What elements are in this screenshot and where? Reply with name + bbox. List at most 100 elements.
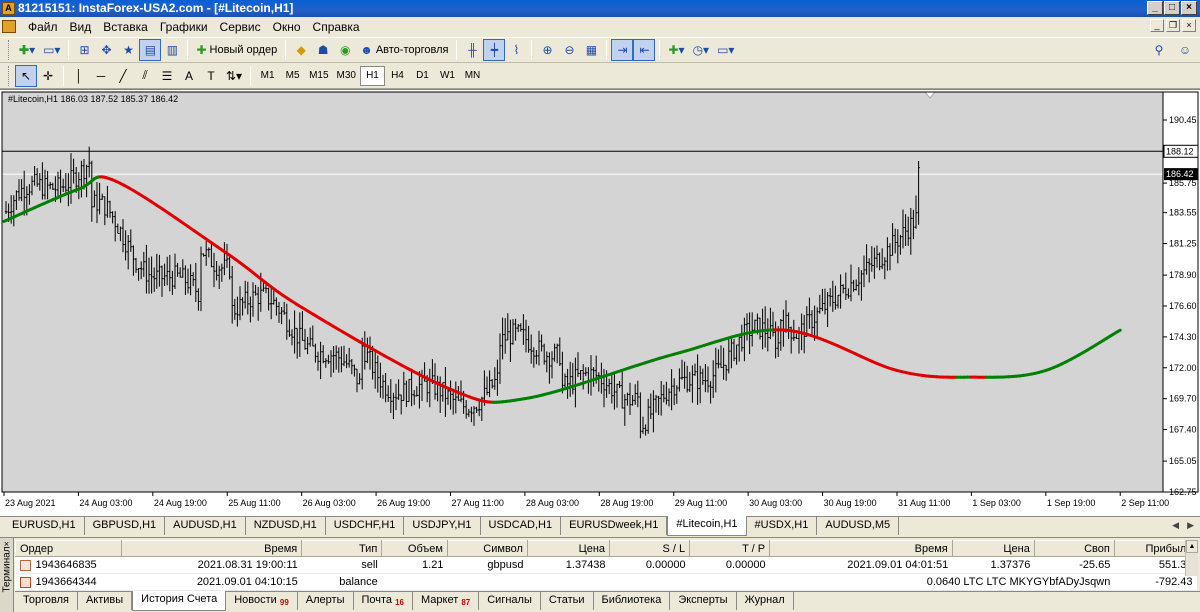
- new-order-button[interactable]: ✚ Новый ордер: [192, 39, 281, 61]
- symbol-tab-nzdusd-h1[interactable]: NZDUSD,H1: [246, 517, 326, 535]
- search-icon[interactable]: ⚲: [1148, 39, 1170, 61]
- templates-icon[interactable]: ▭▾: [713, 39, 738, 61]
- col-open-price[interactable]: Цена: [526, 540, 611, 557]
- candlestick-icon[interactable]: ┿: [483, 39, 506, 61]
- chart-shift-icon[interactable]: ⇤: [633, 39, 656, 61]
- symbol-tab-usdjpy-h1[interactable]: USDJPY,H1: [404, 517, 481, 535]
- tab-account-history[interactable]: История Счета: [132, 591, 227, 611]
- timeframe-m1[interactable]: M1: [255, 66, 280, 86]
- menu-view[interactable]: Вид: [64, 20, 98, 34]
- timeframe-m5[interactable]: M5: [280, 66, 305, 86]
- navigator-icon[interactable]: ★: [117, 39, 139, 61]
- bar-chart-icon[interactable]: ╫: [461, 39, 483, 61]
- col-order[interactable]: Ордер: [15, 540, 122, 557]
- channel-icon[interactable]: ⫽: [134, 65, 156, 87]
- horizontal-line-icon[interactable]: ─: [90, 65, 112, 87]
- chart-restore-button[interactable]: ❐: [1166, 19, 1180, 32]
- community-icon[interactable]: ☗: [312, 39, 334, 61]
- trendline-icon[interactable]: ╱: [112, 65, 134, 87]
- symbol-tab-audusd-h1[interactable]: AUDUSD,H1: [165, 517, 246, 535]
- symbol-tab-usdchf-h1[interactable]: USDCHF,H1: [326, 517, 405, 535]
- tab-trade[interactable]: Торговля: [15, 592, 78, 610]
- new-chart-icon[interactable]: ✚ ▾: [15, 39, 39, 61]
- close-button[interactable]: ×: [1181, 1, 1197, 15]
- timeframe-h4[interactable]: H4: [385, 66, 410, 86]
- tab-signals[interactable]: Сигналы: [479, 592, 541, 610]
- menu-help[interactable]: Справка: [307, 20, 366, 34]
- col-close-price[interactable]: Цена: [951, 540, 1035, 557]
- profiles-icon[interactable]: ▭▾: [39, 39, 64, 61]
- tab-code-base[interactable]: Библиотека: [594, 592, 671, 610]
- symbol-tab-eurusdweek-h1[interactable]: EURUSDweek,H1: [561, 517, 668, 535]
- menu-window[interactable]: Окно: [267, 20, 307, 34]
- col-volume[interactable]: Объем: [381, 540, 448, 557]
- text-icon[interactable]: A: [178, 65, 200, 87]
- timeframe-m30[interactable]: M30: [333, 66, 360, 86]
- tabs-right-arrow-icon[interactable]: ▶: [1187, 520, 1194, 531]
- chart-window-icon[interactable]: [2, 20, 16, 33]
- chart-minimize-button[interactable]: _: [1150, 19, 1164, 32]
- tab-articles[interactable]: Статьи: [541, 592, 594, 610]
- fibonacci-icon[interactable]: ☰: [156, 65, 178, 87]
- autotrading-button[interactable]: ☻ Авто-торговля: [356, 39, 452, 61]
- signals-icon[interactable]: ◉: [334, 39, 356, 61]
- symbol-tab-audusd-m5[interactable]: AUDUSD,M5: [817, 517, 900, 535]
- autoscroll-icon[interactable]: ⇥: [611, 39, 634, 61]
- tab-experts[interactable]: Эксперты: [670, 592, 737, 610]
- data-window-icon[interactable]: ✥: [95, 39, 117, 61]
- col-sl[interactable]: S / L: [609, 540, 691, 557]
- tab-market[interactable]: Маркет 87: [413, 592, 480, 610]
- scroll-up-icon[interactable]: ▲: [1186, 540, 1198, 553]
- tab-exposure[interactable]: Активы: [78, 592, 133, 610]
- price-chart[interactable]: 190.45188.12185.75183.55181.25178.90176.…: [0, 90, 1200, 517]
- menu-insert[interactable]: Вставка: [97, 20, 154, 34]
- timeframe-mn[interactable]: MN: [460, 66, 485, 86]
- tab-mailbox[interactable]: Почта 16: [354, 592, 414, 610]
- tester-icon[interactable]: ▥: [161, 39, 183, 61]
- timeframe-h1[interactable]: H1: [359, 65, 385, 86]
- symbol-tab-usdx-h1[interactable]: #USDX,H1: [747, 517, 818, 535]
- col-tp[interactable]: T / P: [689, 540, 771, 557]
- table-row[interactable]: 1943646835 2021.08.31 19:00:11 sell 1.21…: [15, 556, 1197, 574]
- crosshair-icon[interactable]: ✛: [37, 65, 59, 87]
- menu-file[interactable]: Файл: [22, 20, 64, 34]
- chart-window[interactable]: 190.45188.12185.75183.55181.25178.90176.…: [0, 89, 1200, 516]
- menu-tools[interactable]: Сервис: [214, 20, 267, 34]
- zoom-out-icon[interactable]: ⊖: [558, 39, 580, 61]
- terminal-scrollbar[interactable]: ▲: [1185, 540, 1198, 576]
- col-type[interactable]: Тип: [301, 540, 383, 557]
- chart-close-button[interactable]: ×: [1182, 19, 1196, 32]
- user-icon[interactable]: ☺: [1174, 39, 1196, 61]
- tile-windows-icon[interactable]: ▦: [580, 39, 602, 61]
- cursor-icon[interactable]: ↖: [15, 64, 37, 87]
- metaeditor-icon[interactable]: ◆: [290, 39, 312, 61]
- terminal-icon[interactable]: ▤: [139, 39, 162, 61]
- symbol-tab-usdcad-h1[interactable]: USDCAD,H1: [481, 517, 562, 535]
- tabs-left-arrow-icon[interactable]: ◀: [1172, 520, 1179, 531]
- timeframe-d1[interactable]: D1: [410, 66, 435, 86]
- zoom-in-icon[interactable]: ⊕: [536, 39, 558, 61]
- table-row[interactable]: 1943664344 2021.09.01 04:10:15 balance 0…: [15, 573, 1197, 591]
- arrows-icon[interactable]: ⇅▾: [222, 65, 246, 87]
- tab-news[interactable]: Новости 99: [226, 592, 298, 610]
- menu-charts[interactable]: Графики: [154, 20, 214, 34]
- symbol-tab-eurusd-h1[interactable]: EURUSD,H1: [4, 517, 85, 535]
- indicators-icon[interactable]: ✚ ▾: [664, 39, 688, 61]
- label-icon[interactable]: T: [200, 65, 222, 87]
- symbol-tab-gbpusd-h1[interactable]: GBPUSD,H1: [85, 517, 166, 535]
- minimize-button[interactable]: _: [1147, 1, 1163, 15]
- timeframe-w1[interactable]: W1: [435, 66, 460, 86]
- line-chart-icon[interactable]: ⌇: [505, 39, 527, 61]
- tab-alerts[interactable]: Алерты: [298, 592, 354, 610]
- col-close-time[interactable]: Время: [769, 540, 953, 557]
- tab-journal[interactable]: Журнал: [737, 592, 794, 610]
- symbol-tab-litecoin-h1[interactable]: #Litecoin,H1: [667, 516, 747, 536]
- col-swap[interactable]: Своп: [1033, 540, 1115, 557]
- col-symbol[interactable]: Символ: [446, 540, 528, 557]
- periods-icon[interactable]: ◷▾: [689, 39, 714, 61]
- market-watch-icon[interactable]: ⊞: [73, 39, 95, 61]
- maximize-button[interactable]: □: [1164, 1, 1180, 15]
- vertical-line-icon[interactable]: │: [68, 65, 90, 87]
- col-open-time[interactable]: Время: [120, 540, 303, 557]
- timeframe-m15[interactable]: M15: [305, 66, 332, 86]
